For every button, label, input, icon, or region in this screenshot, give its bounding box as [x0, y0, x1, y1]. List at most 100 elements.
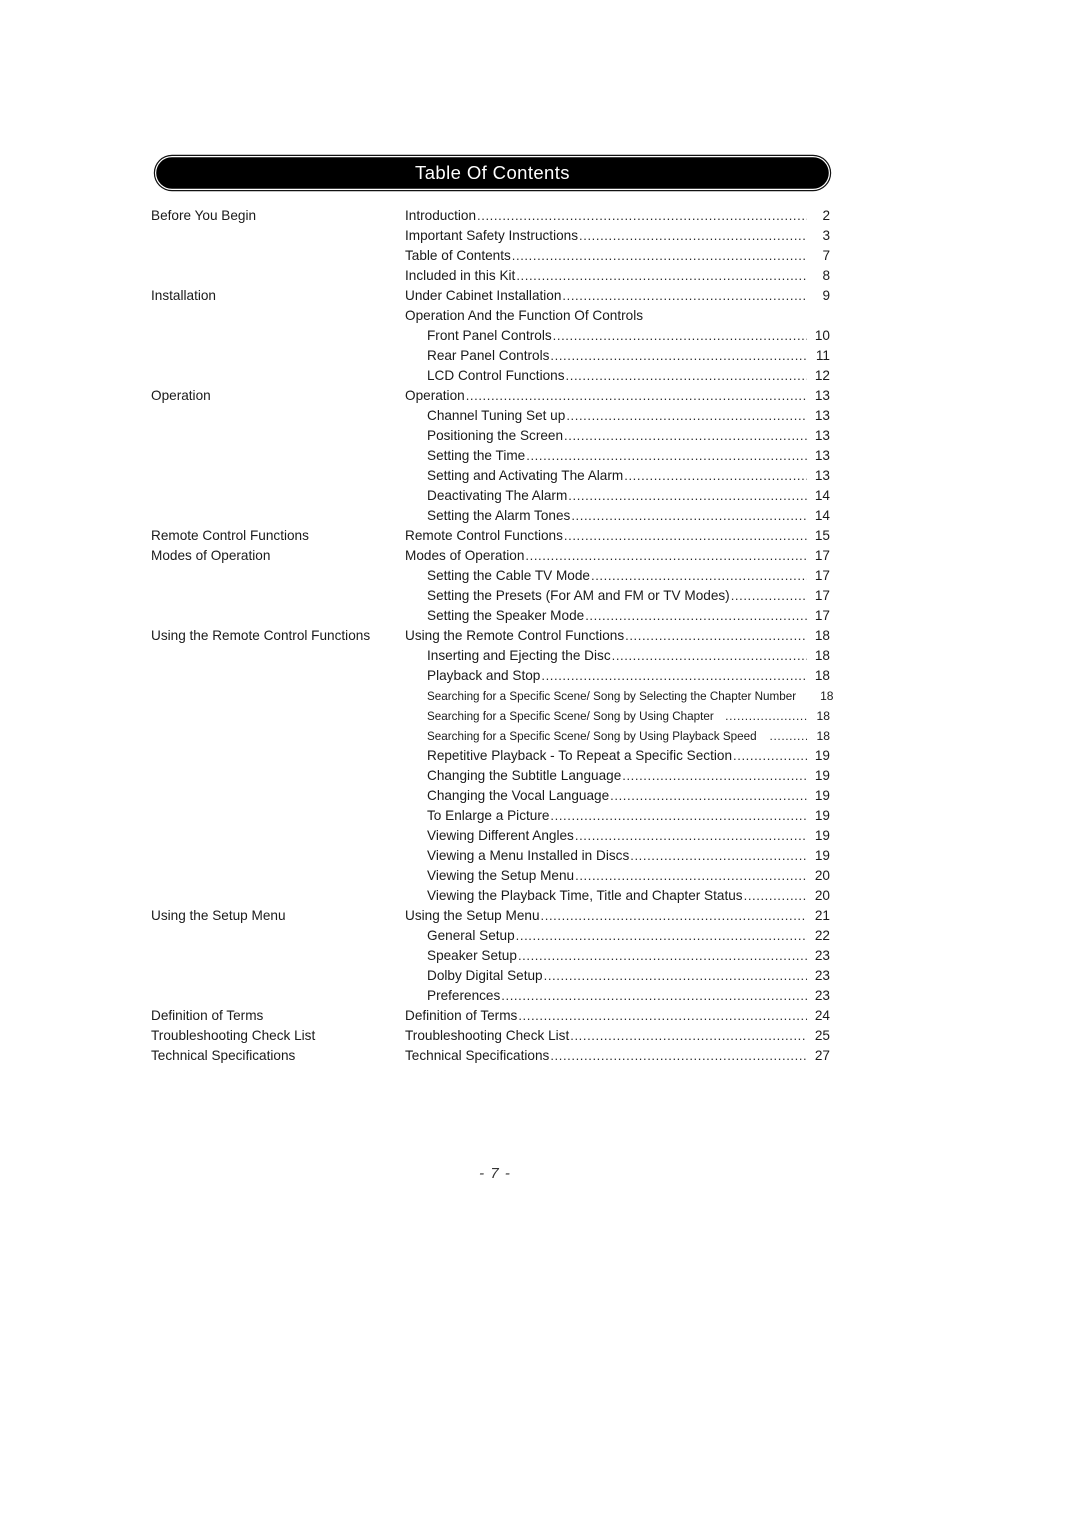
toc-row: Inserting and Ejecting the Disc.........… — [0, 646, 1080, 666]
section-label: Remote Control Functions — [151, 528, 309, 543]
toc-entry[interactable]: Operation And the Function Of Controls..… — [405, 306, 830, 326]
toc-entry[interactable]: Viewing Different Angles................… — [427, 826, 830, 846]
toc-entry[interactable]: Technical Specifications................… — [405, 1046, 830, 1066]
toc-entry[interactable]: LCD Control Functions...................… — [427, 366, 830, 386]
toc-entry[interactable]: Dolby Digital Setup.....................… — [427, 966, 830, 986]
toc-entry-title: Table of Contents — [405, 248, 511, 263]
toc-entry-title: Dolby Digital Setup — [427, 968, 543, 983]
toc-entry[interactable]: Deactivating The Alarm..................… — [427, 486, 830, 506]
toc-entry-page-number: 13 — [814, 428, 830, 443]
toc-entry[interactable]: Table of Contents.......................… — [405, 246, 830, 266]
toc-entry[interactable]: Changing the Subtitle Language..........… — [427, 766, 830, 786]
toc-entry-title: Viewing Different Angles — [427, 828, 574, 843]
section-label: Using the Setup Menu — [151, 908, 286, 923]
toc-dot-leader: ........................................… — [630, 848, 807, 863]
toc-entry[interactable]: Remote Control Functions................… — [405, 526, 830, 546]
toc-entry[interactable]: Setting the Time........................… — [427, 446, 830, 466]
toc-dot-leader: ........................................… — [517, 948, 807, 963]
toc-entry-page-number: 22 — [814, 928, 830, 943]
toc-row: Important Safety Instructions...........… — [0, 226, 1080, 246]
toc-entry[interactable]: Under Cabinet Installation..............… — [405, 286, 830, 306]
toc-row: Setting and Activating The Alarm........… — [0, 466, 1080, 486]
toc-entry[interactable]: Introduction............................… — [405, 206, 830, 226]
toc-entry[interactable]: Viewing a Menu Installed in Discs.......… — [427, 846, 830, 866]
toc-entry[interactable]: Operation...............................… — [405, 386, 830, 406]
toc-row: Playback and Stop.......................… — [0, 666, 1080, 686]
toc-dot-leader: ........................................… — [515, 928, 807, 943]
toc-entry-title: Operation And the Function Of Controls — [405, 308, 644, 323]
toc-entry[interactable]: Setting the Cable TV Mode...............… — [427, 566, 830, 586]
section-label: Definition of Terms — [151, 1008, 264, 1023]
toc-dot-leader: ........................................… — [465, 388, 807, 403]
toc-entry-title: Viewing the Setup Menu — [427, 868, 575, 883]
toc-entry[interactable]: Changing the Vocal Language.............… — [427, 786, 830, 806]
toc-row: Remote Control Functions Remote Control F… — [0, 526, 1080, 546]
toc-entry[interactable]: Channel Tuning Set up...................… — [427, 406, 830, 426]
toc-entry[interactable]: General Setup...........................… — [427, 926, 830, 946]
toc-row: Viewing the Playback Time, Title and Cha… — [0, 886, 1080, 906]
toc-entry[interactable]: Included in this Kit....................… — [405, 266, 830, 286]
document-page: Table Of Contents Before You Begin Introd… — [0, 0, 1080, 1528]
toc-dot-leader: ........................................… — [730, 588, 807, 603]
toc-entry-title: Playback and Stop — [427, 668, 541, 683]
toc-entry-page-number: 23 — [814, 968, 830, 983]
toc-entry[interactable]: Setting and Activating The Alarm........… — [427, 466, 830, 486]
toc-entry[interactable]: Definition of Terms.....................… — [405, 1006, 830, 1026]
toc-row: Positioning the Screen..................… — [0, 426, 1080, 446]
toc-entry[interactable]: Repetitive Playback - To Repeat a Specif… — [427, 746, 830, 766]
toc-entry[interactable]: Rear Panel Controls.....................… — [427, 346, 830, 366]
toc-entry[interactable]: Using the Remote Control Functions......… — [405, 626, 830, 646]
toc-entry[interactable]: To Enlarge a Picture....................… — [427, 806, 830, 826]
toc-dot-leader: ........................................… — [579, 228, 807, 243]
toc-entry[interactable]: Setting the Alarm Tones.................… — [427, 506, 830, 526]
toc-dot-leader: ........................................… — [563, 528, 807, 543]
toc-row: Repetitive Playback - To Repeat a Specif… — [0, 746, 1080, 766]
toc-entry[interactable]: Troubleshooting Check List..............… — [405, 1026, 830, 1046]
toc-dot-leader: ........................................… — [568, 488, 807, 503]
toc-entry[interactable]: Positioning the Screen..................… — [427, 426, 830, 446]
toc-entry-page-number: 12 — [814, 368, 830, 383]
toc-entry-title: Setting the Presets (For AM and FM or TV… — [427, 588, 730, 603]
toc-entry-page-number: 2 — [822, 208, 830, 223]
toc-entry[interactable]: Setting the Speaker Mode................… — [427, 606, 830, 626]
toc-dot-leader: ........................................… — [541, 668, 807, 683]
toc-entry-title: Using the Setup Menu — [405, 908, 540, 923]
toc-entry[interactable]: Searching for a Specific Scene/ Song by … — [427, 706, 830, 726]
toc-entry[interactable]: Playback and Stop.......................… — [427, 666, 830, 686]
toc-entry-page-number: 17 — [814, 568, 830, 583]
toc-entry[interactable]: Inserting and Ejecting the Disc.........… — [427, 646, 830, 666]
toc-entry-page-number: 20 — [814, 888, 830, 903]
toc-row: Technical Specifications Technical Specif… — [0, 1046, 1080, 1066]
toc-entry[interactable]: Viewing the Playback Time, Title and Cha… — [427, 886, 830, 906]
toc-row: Speaker Setup...........................… — [0, 946, 1080, 966]
table-of-contents-list: Before You Begin Introduction............… — [0, 206, 1080, 1066]
toc-entry[interactable]: Front Panel Controls....................… — [427, 326, 830, 346]
toc-entry-page-number: 13 — [814, 468, 830, 483]
toc-entry-page-number: 24 — [814, 1008, 830, 1023]
toc-entry-page-number: 13 — [814, 408, 830, 423]
toc-row: Setting the Speaker Mode................… — [0, 606, 1080, 626]
toc-dot-leader: ........................................… — [590, 568, 807, 583]
toc-row: Searching for a Specific Scene/ Song by … — [0, 706, 1080, 726]
toc-entry[interactable]: Using the Setup Menu....................… — [405, 906, 830, 926]
toc-row: Setting the Cable TV Mode...............… — [0, 566, 1080, 586]
toc-row: Front Panel Controls....................… — [0, 326, 1080, 346]
toc-entry-page-number: 7 — [822, 248, 830, 263]
toc-entry-page-number: 14 — [814, 488, 830, 503]
toc-entry-page-number: 25 — [814, 1028, 830, 1043]
toc-entry[interactable]: Viewing the Setup Menu..................… — [427, 866, 830, 886]
toc-entry-title: Using the Remote Control Functions — [405, 628, 625, 643]
toc-entry[interactable]: Important Safety Instructions...........… — [405, 226, 830, 246]
toc-entry[interactable]: Preferences.............................… — [427, 986, 830, 1006]
toc-entry[interactable]: Searching for a Specific Scene/ Song by … — [427, 686, 834, 706]
toc-entry[interactable]: Speaker Setup...........................… — [427, 946, 830, 966]
toc-entry[interactable]: Searching for a Specific Scene/ Song by … — [427, 726, 830, 746]
toc-dot-leader: ........................................… — [550, 808, 807, 823]
toc-entry[interactable]: Setting the Presets (For AM and FM or TV… — [427, 586, 830, 606]
toc-entry-title: Troubleshooting Check List — [405, 1028, 570, 1043]
toc-dot-leader: ........................................… — [501, 988, 807, 1003]
toc-entry-page-number: 10 — [814, 328, 830, 343]
toc-entry-title: Definition of Terms — [405, 1008, 518, 1023]
section-label: Troubleshooting Check List — [151, 1028, 316, 1043]
toc-entry[interactable]: Modes of Operation......................… — [405, 546, 830, 566]
